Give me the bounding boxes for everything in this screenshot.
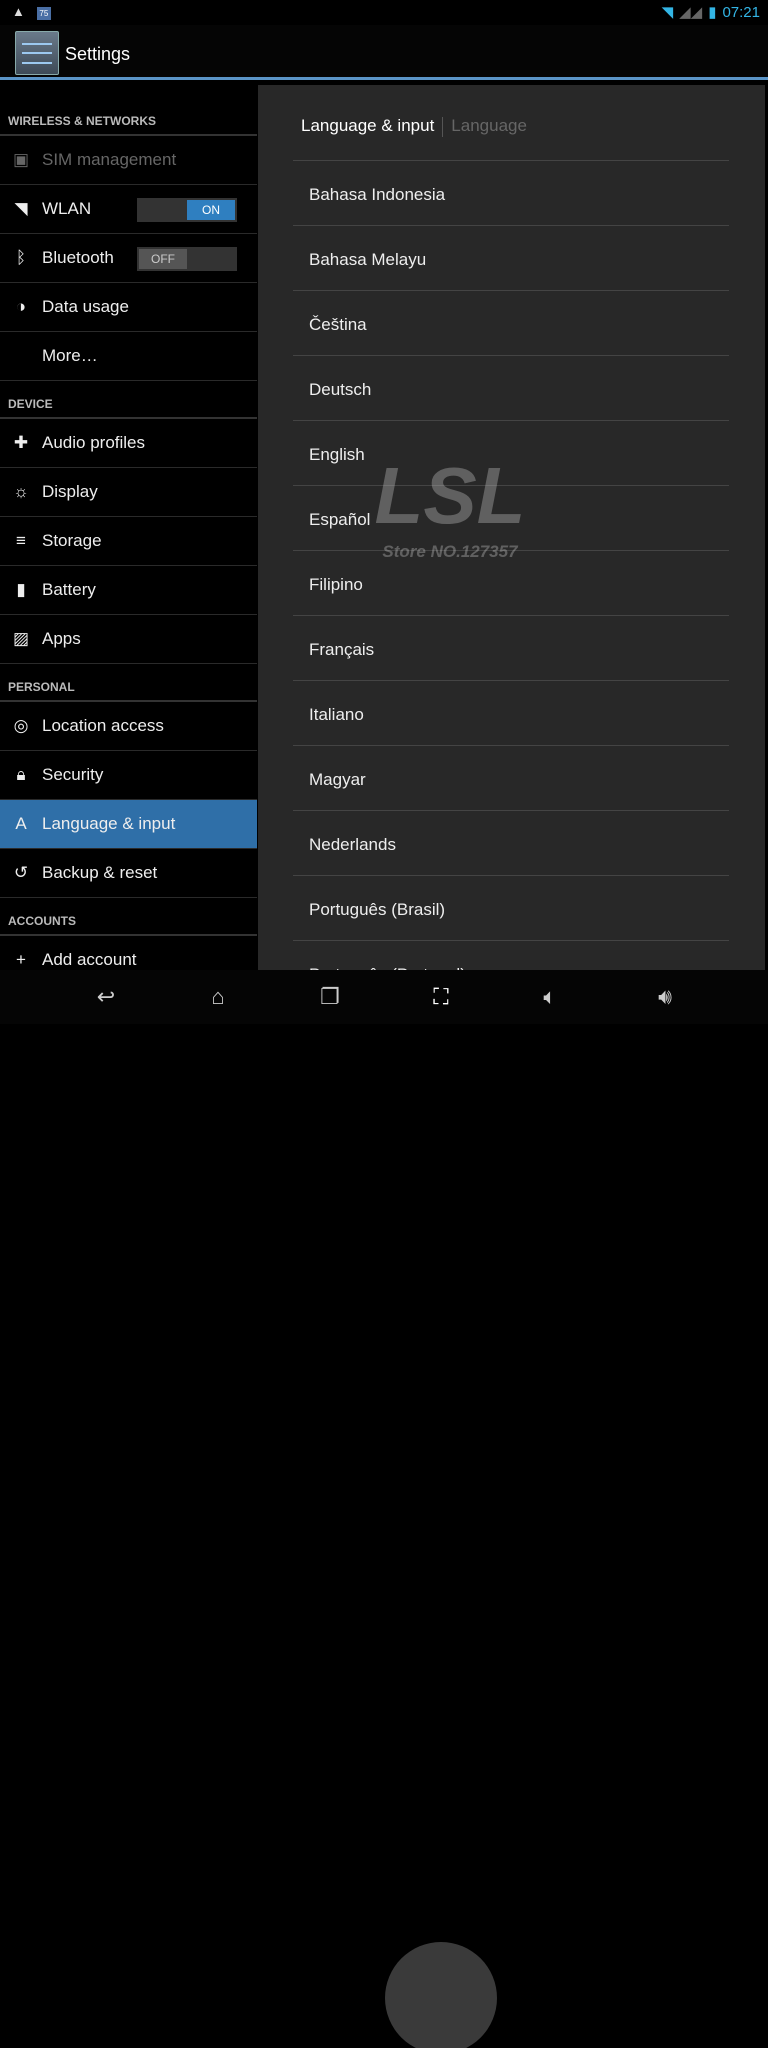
sidebar-item[interactable]: ◥ WLAN ON xyxy=(0,185,257,234)
sidebar-item-label: More… xyxy=(42,346,98,365)
volume-down-icon[interactable]: 🔈︎ xyxy=(520,984,580,1010)
back-icon[interactable]: ↩ xyxy=(76,984,136,1010)
language-item[interactable]: Français xyxy=(293,615,729,680)
apps-icon: ▨ xyxy=(12,629,30,648)
lock-icon: 🔒︎ xyxy=(16,765,26,784)
button-highlight xyxy=(385,1942,497,2048)
section-header: PERSONAL xyxy=(0,664,257,702)
section-header: DEVICE xyxy=(0,381,257,419)
sidebar-item[interactable]: 🔒︎ Security xyxy=(0,751,257,800)
app-title: Settings xyxy=(65,44,131,64)
sidebar-item-label: Add account xyxy=(42,950,137,969)
language-item[interactable]: Español xyxy=(293,485,729,550)
sidebar-item-label: Security xyxy=(42,765,104,784)
sidebar-item[interactable]: ✚ Audio profiles xyxy=(0,419,257,468)
home-icon[interactable]: ⌂ xyxy=(188,984,248,1010)
breadcrumb: Language & input Language xyxy=(301,116,527,137)
sidebar-item-label: Battery xyxy=(42,580,96,599)
bluetooth-icon: ᛒ xyxy=(15,248,27,267)
language-item[interactable]: Bahasa Indonesia xyxy=(293,160,729,225)
breadcrumb-title[interactable]: Language & input xyxy=(301,116,434,135)
display-icon: ☼ xyxy=(13,482,29,501)
sidebar-item[interactable]: ▣ SIM management xyxy=(0,136,257,185)
language-icon: A xyxy=(15,814,27,833)
sidebar-item[interactable]: ≡ Storage xyxy=(0,517,257,566)
sidebar-item-label: Backup & reset xyxy=(42,863,158,882)
sidebar-item-label: SIM management xyxy=(42,150,177,169)
toggle-label: ON xyxy=(187,200,235,220)
status-bar: ▲ 75 ◥ ◢◢ ▮ 07:21 xyxy=(0,0,768,25)
sidebar-item[interactable]: ↺ Backup & reset xyxy=(0,849,257,898)
sidebar-item[interactable]: ▮ Battery xyxy=(0,566,257,615)
language-item[interactable]: Italiano xyxy=(293,680,729,745)
sidebar-item-label: Storage xyxy=(42,531,102,550)
calendar-icon: 75 xyxy=(36,7,51,20)
language-item[interactable]: Português (Brasil) xyxy=(293,875,729,940)
navigation-bar: ↩ ⌂ ❐ ⛶ 🔈︎ 🔊︎ xyxy=(0,970,768,2048)
language-panel: Language & input Language Bahasa Indonesi… xyxy=(258,85,765,970)
language-item[interactable]: Magyar xyxy=(293,745,729,810)
language-item[interactable]: Deutsch xyxy=(293,355,729,420)
breadcrumb-sub: Language xyxy=(451,116,527,135)
settings-sidebar: WIRELESS & NETWORKS ▣ SIM management ◥ WLAN O… xyxy=(0,85,257,985)
audio-icon: ✚ xyxy=(13,433,29,452)
sidebar-item-label: Apps xyxy=(42,629,81,648)
sim-icon: ▣ xyxy=(12,150,30,169)
sidebar-item-label: Language & input xyxy=(42,814,176,833)
battery-status-icon: ▮ xyxy=(708,4,717,21)
add-icon: + xyxy=(16,950,26,969)
language-item[interactable]: Português (Portugal) xyxy=(293,940,729,970)
sidebar-item[interactable]: ◑ Data usage xyxy=(0,283,257,332)
sidebar-item-label: Display xyxy=(42,482,98,501)
section-header: WIRELESS & NETWORKS xyxy=(0,85,257,136)
data-usage-icon: ◑ xyxy=(15,297,27,316)
sidebar-item-label: Bluetooth xyxy=(42,248,114,267)
recent-apps-icon[interactable]: ❐ xyxy=(300,984,360,1010)
sidebar-item-label: WLAN xyxy=(42,199,92,218)
battery-icon: ▮ xyxy=(16,580,26,599)
action-bar: Settings xyxy=(0,25,768,80)
wifi-signal-icon: ◥ xyxy=(661,4,674,21)
sidebar-item-label: Audio profiles xyxy=(42,433,146,452)
volume-up-icon[interactable]: 🔊︎ xyxy=(635,984,695,1010)
toggle-label: OFF xyxy=(139,249,187,269)
toggle-switch[interactable]: OFF xyxy=(137,247,237,271)
sidebar-item-label: Location access xyxy=(42,716,164,735)
language-list[interactable]: Bahasa Indonesia Bahasa Melayu Čeština Deut… xyxy=(293,160,729,970)
language-item[interactable]: Filipino xyxy=(293,550,729,615)
cell-signal-icon: ◢◢ xyxy=(679,4,703,21)
language-item[interactable]: Bahasa Melayu xyxy=(293,225,729,290)
sidebar-item[interactable]: ☼ Display xyxy=(0,468,257,517)
sidebar-item[interactable]: ᛒ Bluetooth OFF xyxy=(0,234,257,283)
language-item[interactable]: Čeština xyxy=(293,290,729,355)
sidebar-item[interactable]: More… xyxy=(0,332,257,381)
language-item[interactable]: Nederlands xyxy=(293,810,729,875)
section-header: ACCOUNTS xyxy=(0,898,257,936)
settings-app-icon[interactable] xyxy=(15,31,59,75)
warning-icon: ▲ xyxy=(12,4,25,19)
storage-icon: ≡ xyxy=(16,531,26,550)
screenshot-icon[interactable]: ⛶ xyxy=(411,984,471,1010)
sidebar-item[interactable]: A Language & input xyxy=(0,800,257,849)
location-icon: ◎ xyxy=(13,716,29,735)
language-item[interactable]: English xyxy=(293,420,729,485)
sidebar-item-label: Data usage xyxy=(42,297,129,316)
toggle-switch[interactable]: ON xyxy=(137,198,237,222)
wifi-icon: ◥ xyxy=(14,199,28,218)
sidebar-item[interactable]: ▨ Apps xyxy=(0,615,257,664)
sidebar-item[interactable]: ◎ Location access xyxy=(0,702,257,751)
clock: 07:21 xyxy=(722,3,760,21)
backup-icon: ↺ xyxy=(13,863,29,882)
